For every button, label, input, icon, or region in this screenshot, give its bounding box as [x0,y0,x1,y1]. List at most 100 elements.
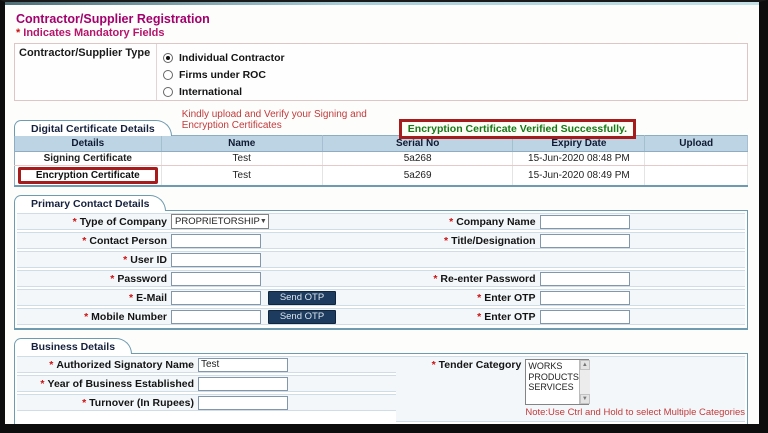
required-asterisk: * [477,291,482,304]
authorized-signatory-label: * Authorized Signatory Name [49,358,194,371]
encryption-certificate-highlight: Encryption Certificate [18,167,158,184]
contractor-type-box: Contractor/Supplier Type Individual Cont… [14,43,748,101]
cert-upload-cell [644,165,748,187]
required-asterisk: * [84,310,89,323]
tab-digital-certificate-details[interactable]: Digital Certificate Details [14,120,172,136]
tender-category-note: Note:Use Ctrl and Hold to select Multipl… [525,407,745,418]
cert-serial: 5a268 [322,151,514,166]
business-left-column: *Authorized Signatory Name *Year of Busi… [17,356,396,424]
send-otp-mobile-button[interactable]: Send OTP [268,309,336,324]
certificate-table-header: Details Name Serial No Expiry Date Uploa… [14,135,748,152]
radio-label: International [179,85,243,98]
listbox-option-products[interactable]: PRODUCTS [528,372,579,383]
form-row-year-established: * Year of Business Established [17,375,396,392]
certificate-tab-row: Digital Certificate Details Kindly uploa… [14,109,748,139]
title-designation-input[interactable] [539,233,630,248]
cert-expiry: 15-Jun-2020 08:49 PM [512,165,646,187]
page-content: Contractor/Supplier Registration * Indica… [5,5,759,424]
mandatory-fields-note: * Indicates Mandatory Fields [14,27,748,43]
required-asterisk: * [110,272,115,285]
radio-selected-icon[interactable] [163,52,173,63]
required-asterisk: * [431,359,436,371]
dropdown-arrow-icon: ▼ [259,218,267,225]
company-name-label: * Company Name [449,215,536,228]
send-otp-email-button[interactable]: Send OTP [268,290,336,305]
enter-otp-mobile-input[interactable] [539,309,630,324]
contact-person-input[interactable] [171,233,261,248]
col-details: Details [14,135,162,152]
required-asterisk: * [49,358,54,371]
required-asterisk: * [128,291,134,304]
authorized-signatory-input[interactable] [198,357,288,372]
radio-unselected-icon[interactable] [163,86,173,97]
title-designation-label: * Title/Designation [444,234,536,247]
required-asterisk: * [16,27,21,39]
scroll-down-icon[interactable]: ▼ [579,394,590,404]
form-row-user-id: * User ID [17,251,745,268]
encryption-verified-banner: Encryption Certificate Verified Successf… [398,119,636,139]
form-row-turnover: * Turnover (In Rupees) [17,394,396,411]
mandatory-fields-text: Indicates Mandatory Fields [23,27,165,39]
contact-person-label: * Contact Person [82,234,167,247]
mobile-number-input[interactable] [171,309,261,324]
user-id-label: * User ID [123,253,167,266]
cert-upload-cell [644,151,748,166]
year-established-input[interactable] [198,376,288,391]
certificate-table: Details Name Serial No Expiry Date Uploa… [14,135,748,187]
business-tab-row: Business Details [14,338,748,354]
primary-contact-tab-row: Primary Contact Details [14,195,748,211]
form-row-contact-person: * Contact Person * Title/Designation [17,232,745,249]
business-details-box: *Authorized Signatory Name *Year of Busi… [14,353,748,424]
turnover-input[interactable] [198,395,288,410]
primary-contact-box: * Type of Company PROPRIETORSHIP ▼ * Compa… [14,210,748,330]
table-row-encryption-certificate: Encryption Certificate Test 5a269 15-Jun… [14,165,748,187]
listbox-scrollbar[interactable]: ▲ ▼ [578,360,590,404]
encryption-certificate-cell: Encryption Certificate [14,165,162,187]
cert-name: Test [161,165,323,187]
required-asterisk: * [82,234,87,247]
user-id-input[interactable] [171,252,261,267]
required-asterisk: * [444,234,449,247]
radio-firms-under-roc[interactable]: Firms under ROC [163,66,285,83]
tender-category-listbox[interactable]: WORKS PRODUCTS SERVICES ▲ ▼ [525,359,590,405]
password-input[interactable] [171,271,261,286]
mobile-number-label: * Mobile Number [84,310,167,323]
certificate-instruction: Kindly upload and Verify your Signing an… [181,109,367,131]
email-label: * E-Mail [128,291,167,304]
reenter-password-label: * Re-enter Password [433,272,536,285]
company-name-input[interactable] [539,214,630,229]
required-asterisk: * [72,215,77,228]
enter-otp-mobile-label: * Enter OTP [477,310,536,323]
type-of-company-select[interactable]: PROPRIETORSHIP ▼ [171,214,269,229]
email-input[interactable] [171,290,261,305]
col-upload: Upload [644,135,748,152]
form-row-password: * Password * Re-enter Password [17,270,745,287]
col-name: Name [161,135,323,152]
listbox-option-works[interactable]: WORKS [528,361,579,372]
year-established-label: * Year of Business Established [40,377,194,390]
scroll-up-icon[interactable]: ▲ [579,360,590,370]
required-asterisk: * [123,253,128,266]
tab-primary-contact-details[interactable]: Primary Contact Details [14,195,167,211]
password-label: * Password [110,272,167,285]
contractor-type-options: Individual Contractor Firms under ROC In… [157,44,285,100]
radio-unselected-icon[interactable] [163,69,173,80]
app-window: Contractor/Supplier Registration * Indica… [0,0,768,433]
enter-otp-email-input[interactable] [539,290,630,305]
cert-name: Test [161,151,323,166]
tab-business-details[interactable]: Business Details [14,338,133,354]
required-asterisk: * [82,396,87,409]
reenter-password-input[interactable] [539,271,630,286]
cert-expiry: 15-Jun-2020 08:48 PM [512,151,646,166]
form-row-company-type: * Type of Company PROPRIETORSHIP ▼ * Compa… [17,213,745,230]
signing-certificate-cell: Signing Certificate [14,151,162,166]
form-row-email: * E-Mail Send OTP * Enter OTP [17,289,745,306]
radio-label: Firms under ROC [179,68,266,81]
required-asterisk: * [449,215,454,228]
required-asterisk: * [40,377,45,390]
radio-international[interactable]: International [163,83,285,100]
listbox-option-services[interactable]: SERVICES [528,382,579,393]
type-of-company-label: * Type of Company [72,215,167,228]
radio-individual-contractor[interactable]: Individual Contractor [163,49,285,66]
contractor-type-label: Contractor/Supplier Type [15,44,157,100]
